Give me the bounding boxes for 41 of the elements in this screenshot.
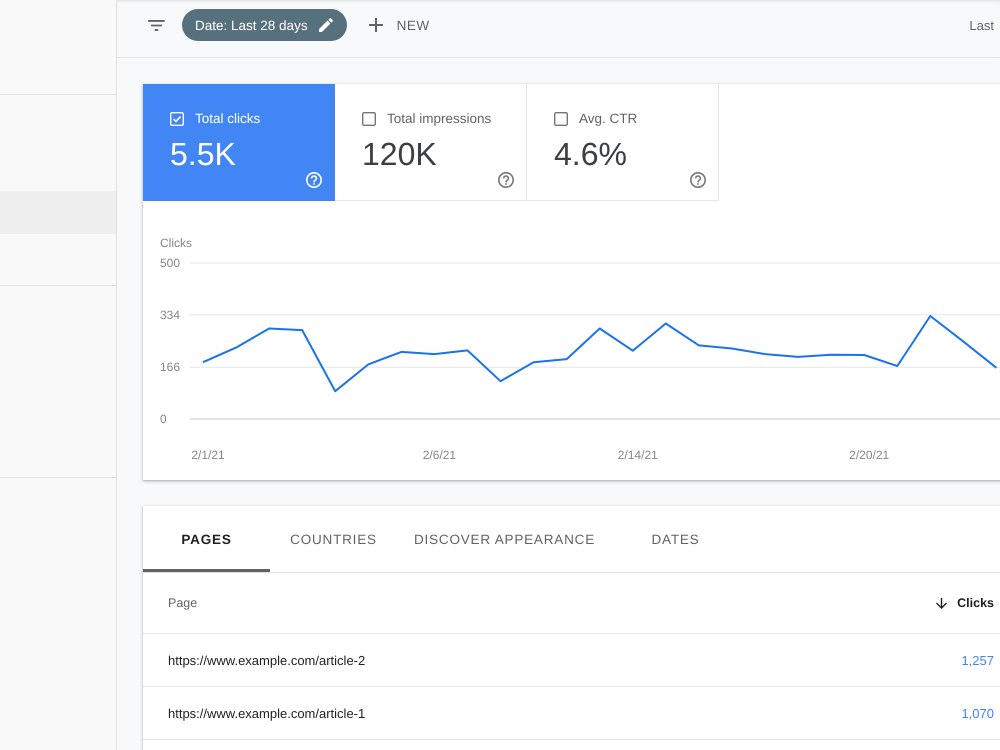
sort-arrow-icon[interactable]: [936, 598, 948, 608]
axis-label: 2/6/21: [422, 448, 456, 462]
filter-icon[interactable]: [148, 20, 165, 30]
column-header[interactable]: Clicks: [957, 596, 994, 610]
help-icon[interactable]: [498, 172, 514, 188]
metric-label: Total impressions: [387, 111, 492, 126]
page-url-cell: https://www.example.com/article-2: [168, 652, 366, 668]
axis-label: 500: [160, 256, 180, 270]
metric-label: Avg. CTR: [579, 111, 638, 126]
axis-title: Clicks: [160, 236, 192, 250]
metric-value: 4.6%: [554, 136, 628, 172]
clicks-cell: 1,070: [961, 706, 994, 720]
axis-label: 334: [160, 308, 180, 322]
new-button[interactable]: NEW: [368, 18, 430, 32]
axis-label: 2/1/21: [191, 448, 225, 462]
help-icon[interactable]: [690, 172, 706, 188]
checked-checkbox-icon[interactable]: [170, 112, 184, 126]
metric-card[interactable]: Total clicks 5.5K: [143, 84, 335, 201]
tab[interactable]: DATES: [612, 506, 739, 572]
tab[interactable]: DISCOVER APPEARANCE: [397, 506, 612, 572]
checkbox-icon[interactable]: [362, 112, 376, 126]
edit-icon: [318, 18, 333, 32]
date-filter-chip[interactable]: Date: Last 28 days: [182, 9, 347, 41]
tab[interactable]: PAGES: [143, 506, 270, 572]
help-icon[interactable]: [306, 172, 322, 188]
plus-icon: [368, 18, 383, 32]
page-url-cell: https://www.example.com/article-1: [168, 706, 366, 720]
column-header[interactable]: Page: [168, 596, 198, 610]
clicks-cell: 1,257: [961, 652, 994, 668]
metric-label: Total clicks: [195, 111, 260, 126]
metric-value: 120K: [362, 136, 438, 172]
axis-label: 2/20/21: [849, 448, 890, 462]
tab[interactable]: COUNTRIES: [270, 506, 397, 572]
axis-label: 2/14/21: [618, 448, 658, 462]
axis-label: 166: [160, 360, 180, 374]
metric-value: 5.5K: [170, 136, 237, 172]
axis-label: 0: [160, 412, 167, 426]
metric-card[interactable]: Total impressions 120K: [335, 84, 527, 201]
toolbar-text: Last: [969, 18, 994, 32]
metric-card[interactable]: Avg. CTR 4.6%: [527, 84, 719, 201]
checkbox-icon[interactable]: [554, 112, 568, 126]
